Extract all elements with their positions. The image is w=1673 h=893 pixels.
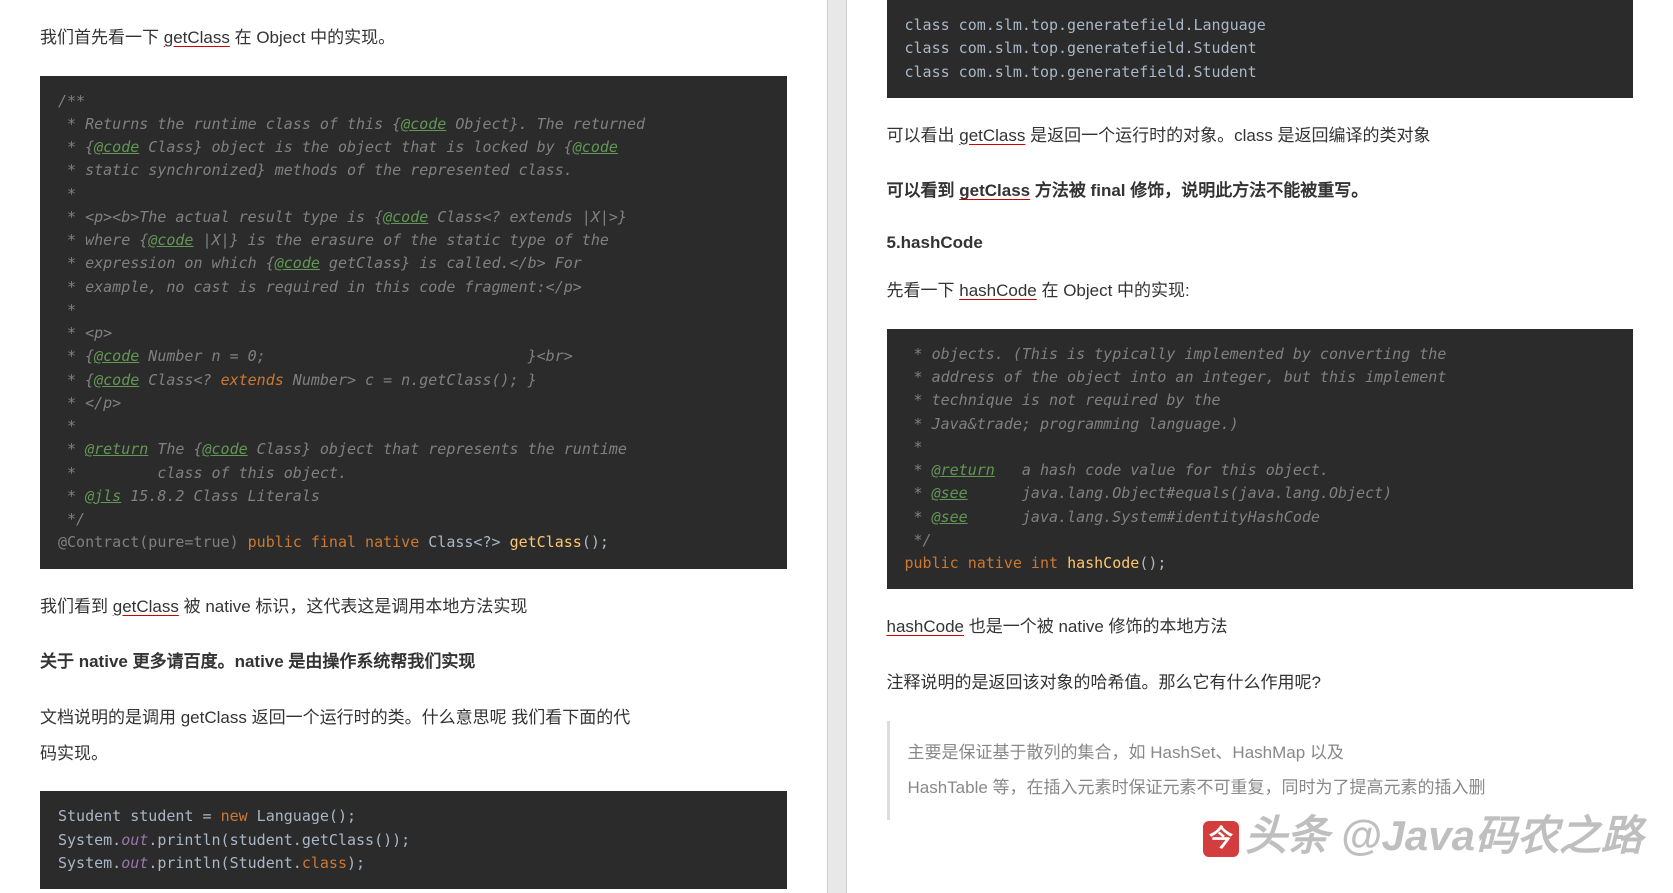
term: getClass — [164, 28, 230, 47]
code-block-hashcode-doc: * objects. (This is typically implemente… — [887, 329, 1634, 590]
code-block-output: class com.slm.top.generatefield.Language… — [887, 0, 1634, 98]
paragraph: hashCode 也是一个被 native 修饰的本地方法 — [887, 609, 1634, 645]
code-block-student: Student student = new Language(); System… — [40, 791, 787, 889]
paragraph: 文档说明的是调用 getClass 返回一个运行时的类。什么意思呢 我们看下面的… — [40, 700, 787, 771]
paragraph: 我们看到 getClass 被 native 标识，这代表这是调用本地方法实现 — [40, 589, 787, 625]
quote-line: HashTable 等，在插入元素时保证元素不可重复，同时为了提高元素的插入删 — [908, 778, 1486, 797]
heading-hashcode: 5.hashCode — [887, 233, 1634, 253]
column-divider — [827, 0, 847, 893]
term: getClass — [113, 597, 179, 616]
term: getClass — [959, 181, 1030, 200]
paragraph: 我们首先看一下 getClass 在 Object 中的实现。 — [40, 20, 787, 56]
paragraph: 可以看出 getClass 是返回一个运行时的对象。class 是返回编译的类对… — [887, 118, 1634, 154]
term: hashCode — [887, 617, 965, 636]
term: hashCode — [959, 281, 1037, 300]
code-block-getclass-doc: /** * Returns the runtime class of this … — [40, 76, 787, 569]
term: getClass — [959, 126, 1025, 145]
paragraph-bold: 可以看到 getClass 方法被 final 修饰，说明此方法不能被重写。 — [887, 173, 1634, 209]
quote-box: 主要是保证基于散列的集合，如 HashSet、HashMap 以及 HashTa… — [887, 721, 1634, 820]
paragraph: 注释说明的是返回该对象的哈希值。那么它有什么作用呢? — [887, 665, 1634, 701]
paragraph-bold: 关于 native 更多请百度。native 是由操作系统帮我们实现 — [40, 644, 787, 680]
paragraph: 先看一下 hashCode 在 Object 中的实现: — [887, 273, 1634, 309]
left-column: 我们首先看一下 getClass 在 Object 中的实现。 /** * Re… — [0, 0, 827, 893]
right-column: class com.slm.top.generatefield.Language… — [847, 0, 1673, 893]
quote-line: 主要是保证基于散列的集合，如 HashSet、HashMap 以及 — [908, 743, 1344, 762]
